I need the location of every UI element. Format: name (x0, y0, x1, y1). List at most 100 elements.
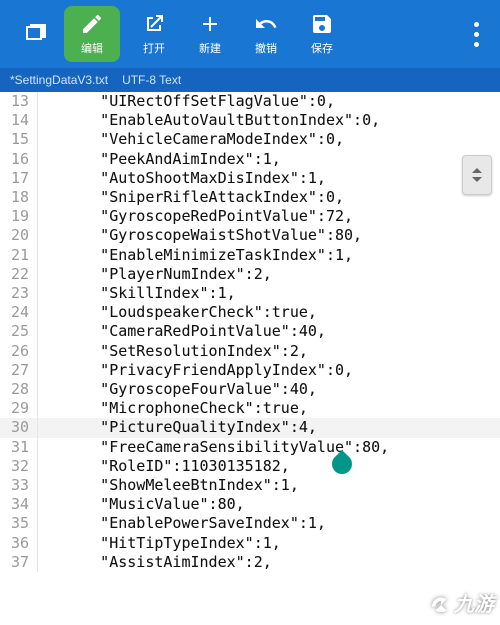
line-number: 35 (0, 514, 38, 533)
undo-icon (254, 12, 278, 36)
code-line[interactable]: 27 "PrivacyFriendApplyIndex":0, (0, 361, 500, 380)
filename-label: *SettingDataV3.txt (10, 73, 108, 87)
line-content: "EnableAutoVaultButtonIndex":0, (38, 111, 380, 130)
line-content: "SkillIndex":1, (38, 284, 236, 303)
line-number: 29 (0, 399, 38, 418)
line-content: "PictureQualityIndex":4, (38, 418, 317, 437)
line-number: 25 (0, 322, 38, 341)
tabs-button[interactable] (8, 6, 64, 62)
code-line[interactable]: 23 "SkillIndex":1, (0, 284, 500, 303)
line-number: 15 (0, 130, 38, 149)
line-content: "RoleID":11030135182, (38, 457, 290, 476)
save-icon (310, 12, 334, 36)
code-line[interactable]: 21 "EnableMinimizeTaskIndex":1, (0, 246, 500, 265)
code-line[interactable]: 14 "EnableAutoVaultButtonIndex":0, (0, 111, 500, 130)
code-line[interactable]: 17 "AutoShootMaxDisIndex":1, (0, 169, 500, 188)
encoding-label: UTF-8 Text (122, 73, 181, 87)
line-number: 36 (0, 534, 38, 553)
line-number: 32 (0, 457, 38, 476)
line-number: 22 (0, 265, 38, 284)
code-line[interactable]: 33 "ShowMeleeBtnIndex":1, (0, 476, 500, 495)
line-number: 16 (0, 150, 38, 169)
watermark: 九游 (430, 588, 494, 617)
scroll-handle[interactable] (462, 155, 492, 195)
code-line[interactable]: 25 "CameraRedPointValue":40, (0, 322, 500, 341)
line-content: "AssistAimIndex":2, (38, 553, 272, 572)
code-editor[interactable]: 13 "UIRectOffSetFlagValue":0,14 "EnableA… (0, 92, 500, 625)
line-number: 19 (0, 207, 38, 226)
line-number: 33 (0, 476, 38, 495)
code-line[interactable]: 31 "FreeCameraSensibilityValue":80, (0, 438, 500, 457)
line-content: "LoudspeakerCheck":true, (38, 303, 317, 322)
line-content: "GyroscopeFourValue":40, (38, 380, 317, 399)
code-line[interactable]: 35 "EnablePowerSaveIndex":1, (0, 514, 500, 533)
line-number: 26 (0, 342, 38, 361)
code-line[interactable]: 24 "LoudspeakerCheck":true, (0, 303, 500, 322)
line-content: "MusicValue":80, (38, 495, 245, 514)
line-number: 14 (0, 111, 38, 130)
code-line[interactable]: 34 "MusicValue":80, (0, 495, 500, 514)
line-content: "VehicleCameraModeIndex":0, (38, 130, 344, 149)
line-content: "PlayerNumIndex":2, (38, 265, 272, 284)
line-number: 18 (0, 188, 38, 207)
code-line[interactable]: 36 "HitTipTypeIndex":1, (0, 534, 500, 553)
save-button[interactable]: 保存 (294, 6, 350, 62)
status-bar: *SettingDataV3.txt UTF-8 Text (0, 68, 500, 92)
open-button[interactable]: 打开 (126, 6, 182, 62)
line-content: "MicrophoneCheck":true, (38, 399, 308, 418)
line-number: 31 (0, 438, 38, 457)
line-number: 23 (0, 284, 38, 303)
line-content: "ShowMeleeBtnIndex":1, (38, 476, 299, 495)
tabs-icon (24, 22, 48, 46)
pencil-icon (80, 12, 104, 36)
line-number: 37 (0, 553, 38, 572)
plus-icon (198, 12, 222, 36)
line-content: "UIRectOffSetFlagValue":0, (38, 92, 335, 111)
text-cursor-handle[interactable] (332, 454, 352, 474)
line-number: 21 (0, 246, 38, 265)
watermark-text: 九游 (454, 588, 494, 617)
line-content: "EnableMinimizeTaskIndex":1, (38, 246, 353, 265)
line-content: "GyroscopeRedPointValue":72, (38, 207, 353, 226)
line-number: 13 (0, 92, 38, 111)
code-line[interactable]: 15 "VehicleCameraModeIndex":0, (0, 130, 500, 149)
line-number: 27 (0, 361, 38, 380)
more-menu-button[interactable] (460, 22, 492, 47)
code-line[interactable]: 26 "SetResolutionIndex":2, (0, 342, 500, 361)
new-label: 新建 (199, 40, 221, 56)
line-content: "PrivacyFriendApplyIndex":0, (38, 361, 353, 380)
line-content: "EnablePowerSaveIndex":1, (38, 514, 326, 533)
line-content: "CameraRedPointValue":40, (38, 322, 326, 341)
new-button[interactable]: 新建 (182, 6, 238, 62)
code-line[interactable]: 20 "GyroscopeWaistShotValue":80, (0, 226, 500, 245)
undo-button[interactable]: 撤销 (238, 6, 294, 62)
line-content: "SetResolutionIndex":2, (38, 342, 308, 361)
line-number: 17 (0, 169, 38, 188)
open-icon (142, 12, 166, 36)
line-content: "AutoShootMaxDisIndex":1, (38, 169, 326, 188)
code-line[interactable]: 37 "AssistAimIndex":2, (0, 553, 500, 572)
line-number: 34 (0, 495, 38, 514)
toolbar: 编辑 打开 新建 撤销 保存 (0, 0, 500, 68)
code-line[interactable]: 18 "SniperRifleAttackIndex":0, (0, 188, 500, 207)
line-content: "HitTipTypeIndex":1, (38, 534, 281, 553)
line-content: "SniperRifleAttackIndex":0, (38, 188, 344, 207)
code-line[interactable]: 28 "GyroscopeFourValue":40, (0, 380, 500, 399)
line-number: 20 (0, 226, 38, 245)
line-content: "GyroscopeWaistShotValue":80, (38, 226, 362, 245)
code-line[interactable]: 13 "UIRectOffSetFlagValue":0, (0, 92, 500, 111)
open-label: 打开 (143, 40, 165, 56)
code-line[interactable]: 32 "RoleID":11030135182, (0, 457, 500, 476)
save-label: 保存 (311, 40, 333, 56)
code-line[interactable]: 29 "MicrophoneCheck":true, (0, 399, 500, 418)
code-line[interactable]: 30 "PictureQualityIndex":4, (0, 418, 500, 437)
line-content: "PeekAndAimIndex":1, (38, 150, 281, 169)
code-line[interactable]: 19 "GyroscopeRedPointValue":72, (0, 207, 500, 226)
line-number: 28 (0, 380, 38, 399)
undo-label: 撤销 (255, 40, 277, 56)
edit-button[interactable]: 编辑 (64, 6, 120, 62)
code-line[interactable]: 22 "PlayerNumIndex":2, (0, 265, 500, 284)
edit-label: 编辑 (81, 40, 103, 56)
code-line[interactable]: 16 "PeekAndAimIndex":1, (0, 150, 500, 169)
watermark-icon (430, 592, 452, 614)
